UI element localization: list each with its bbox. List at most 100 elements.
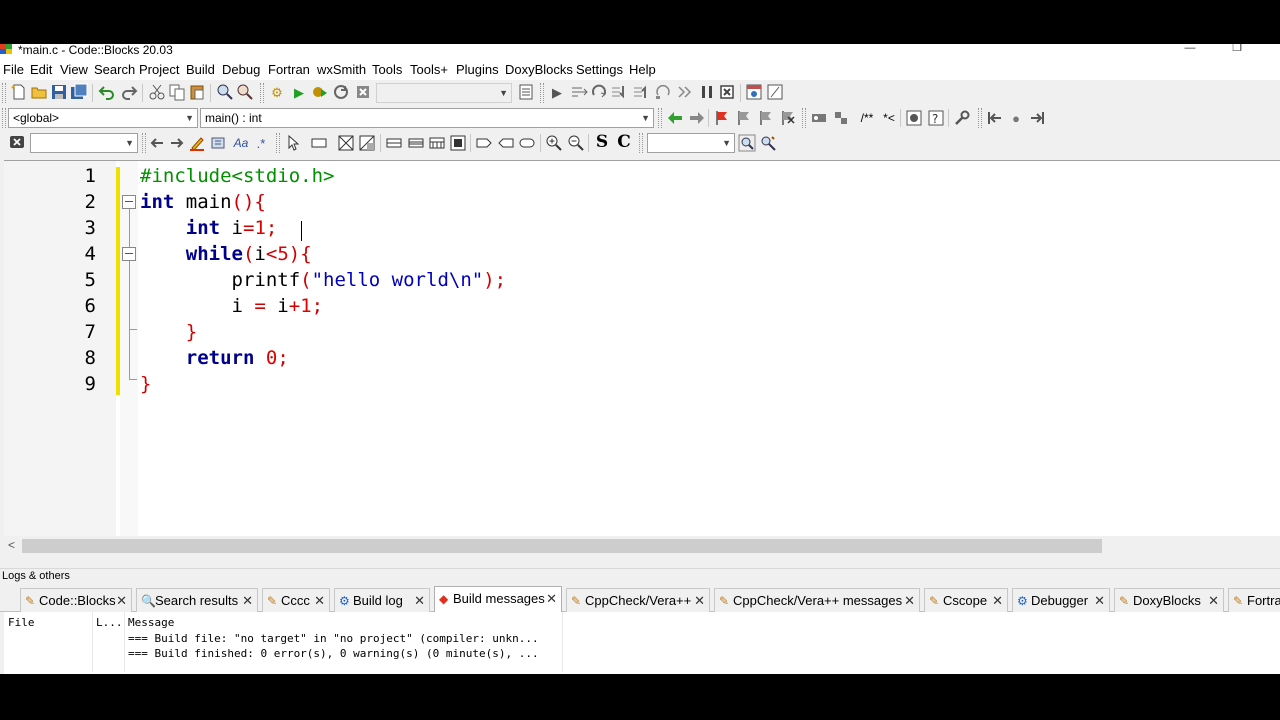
save-icon[interactable] [50, 83, 68, 101]
save-all-icon[interactable] [70, 83, 88, 101]
c-button[interactable]: C [615, 133, 633, 151]
close-icon[interactable]: ✕ [314, 589, 325, 613]
function-select[interactable]: main() : int ▼ [200, 108, 654, 128]
menu-help[interactable]: Help [629, 62, 656, 77]
find-icon[interactable] [216, 83, 234, 101]
scope-select[interactable]: <global> ▼ [8, 108, 198, 128]
menu-search[interactable]: Search [94, 62, 135, 77]
fold-toggle-while[interactable] [122, 247, 136, 261]
doxywizard-icon[interactable] [810, 109, 828, 127]
code-line[interactable]: return 0; [140, 345, 289, 371]
log-tab-cscope[interactable]: ✎ Cscope ✕ [924, 588, 1008, 612]
various-info-icon[interactable] [766, 83, 784, 101]
toolbar-grip[interactable] [260, 83, 264, 103]
column-header-file[interactable]: File [8, 616, 35, 630]
abort-icon[interactable] [354, 83, 372, 101]
maximize-button[interactable]: ❐ [1230, 44, 1244, 54]
log-message-row[interactable]: === Build file: "no target" in "no proje… [128, 632, 539, 646]
log-tab-build-messages[interactable]: ◆ Build messages ✕ [434, 586, 562, 612]
code-line[interactable]: } [140, 319, 197, 345]
jump-to-end-icon[interactable] [1028, 109, 1046, 127]
log-tab-fortra[interactable]: ✎ Fortra [1228, 588, 1280, 612]
break-debugger-icon[interactable] [698, 83, 716, 101]
search-combo[interactable]: ▼ [30, 133, 138, 153]
match-case-icon[interactable]: Aa [230, 134, 252, 152]
jump-forward-icon[interactable] [688, 109, 706, 127]
scroll-left-icon[interactable]: < [8, 538, 15, 552]
log-tab-build-log[interactable]: ⚙ Build log ✕ [334, 588, 430, 612]
stop-debugger-icon[interactable] [718, 83, 736, 101]
menu-doxyblocks[interactable]: DoxyBlocks [505, 62, 573, 77]
decision-icon[interactable] [337, 134, 355, 152]
new-file-icon[interactable] [10, 83, 28, 101]
toolbar-grip[interactable] [658, 108, 662, 128]
replace-icon[interactable] [236, 83, 254, 101]
log-tab-doxyblocks[interactable]: ✎ DoxyBlocks ✕ [1114, 588, 1224, 612]
scrollbar-thumb[interactable] [22, 539, 1102, 553]
close-icon[interactable]: ✕ [116, 589, 127, 613]
menu-tools-plus[interactable]: Tools+ [410, 62, 448, 77]
menu-file[interactable]: File [3, 62, 24, 77]
toolbar-grip[interactable] [276, 133, 280, 153]
fold-toggle-main[interactable] [122, 195, 136, 209]
menu-edit[interactable]: Edit [30, 62, 52, 77]
highlight-icon[interactable] [188, 134, 206, 152]
close-icon[interactable]: ✕ [1094, 589, 1105, 613]
code-editor[interactable]: 1 2 3 4 5 6 7 8 9 #include<stdio.h> int m… [4, 160, 1280, 554]
next-line-icon[interactable] [590, 83, 608, 101]
code-line[interactable]: int i=1; [140, 215, 278, 241]
copy-icon[interactable] [168, 83, 186, 101]
column-header-message[interactable]: Message [128, 616, 174, 630]
build-gear-icon[interactable]: ⚙ [268, 83, 286, 101]
toolbar-grip[interactable] [2, 108, 6, 128]
record-icon[interactable]: ● [1007, 109, 1025, 127]
redo-icon[interactable] [120, 83, 138, 101]
toolbar-grip[interactable] [142, 133, 146, 153]
continue-icon[interactable] [497, 134, 515, 152]
step-into-icon[interactable] [610, 83, 628, 101]
toggle-bookmark-icon[interactable] [713, 109, 731, 127]
menu-fortran[interactable]: Fortran [268, 62, 310, 77]
rebuild-icon[interactable] [332, 83, 350, 101]
menu-tools[interactable]: Tools [372, 62, 402, 77]
menu-settings[interactable]: Settings [576, 62, 623, 77]
block-icon[interactable] [449, 134, 467, 152]
find-combo[interactable]: ▼ [647, 133, 735, 153]
if-block-icon[interactable] [358, 134, 376, 152]
minimize-button[interactable]: — [1183, 44, 1197, 54]
jump-back-icon[interactable] [666, 109, 684, 127]
close-icon[interactable]: ✕ [546, 587, 557, 611]
clear-bookmarks-icon[interactable] [779, 109, 797, 127]
help-icon[interactable]: ? [927, 109, 945, 127]
do-loop-icon[interactable] [407, 134, 425, 152]
menu-build[interactable]: Build [186, 62, 215, 77]
previous-bookmark-icon[interactable] [735, 109, 753, 127]
rectangle-icon[interactable] [310, 134, 328, 152]
toolbar-grip[interactable] [978, 108, 982, 128]
code-line[interactable]: #include<stdio.h> [140, 163, 334, 189]
log-tab-cccc[interactable]: ✎ Cccc ✕ [262, 588, 330, 612]
toolbar-grip[interactable] [540, 83, 544, 103]
code-line[interactable]: } [140, 371, 151, 397]
cut-icon[interactable] [148, 83, 166, 101]
run-html-icon[interactable] [905, 109, 923, 127]
loop-icon[interactable] [385, 134, 403, 152]
next-instruction-icon[interactable] [654, 83, 672, 101]
wrench-icon[interactable] [953, 109, 971, 127]
block-comment-button[interactable]: /** [854, 109, 880, 127]
log-tab-debugger[interactable]: ⚙ Debugger ✕ [1012, 588, 1110, 612]
code-line[interactable]: while(i<5){ [140, 241, 312, 267]
jump-to-start-icon[interactable] [986, 109, 1004, 127]
step-into-instruction-icon[interactable] [676, 83, 694, 101]
close-icon[interactable]: ✕ [1208, 589, 1219, 613]
run-to-cursor-icon[interactable] [570, 83, 588, 101]
build-and-run-icon[interactable] [310, 83, 328, 101]
paste-icon[interactable] [188, 83, 206, 101]
close-icon[interactable]: ✕ [694, 589, 705, 613]
close-icon[interactable]: ✕ [992, 589, 1003, 613]
search-options-icon[interactable] [759, 134, 777, 152]
debug-continue-icon[interactable]: ▶ [548, 83, 566, 101]
find-next-icon[interactable] [738, 134, 756, 152]
build-messages-list[interactable]: File L... Message === Build file: "no ta… [4, 612, 1280, 674]
zoom-out-icon[interactable] [567, 134, 585, 152]
